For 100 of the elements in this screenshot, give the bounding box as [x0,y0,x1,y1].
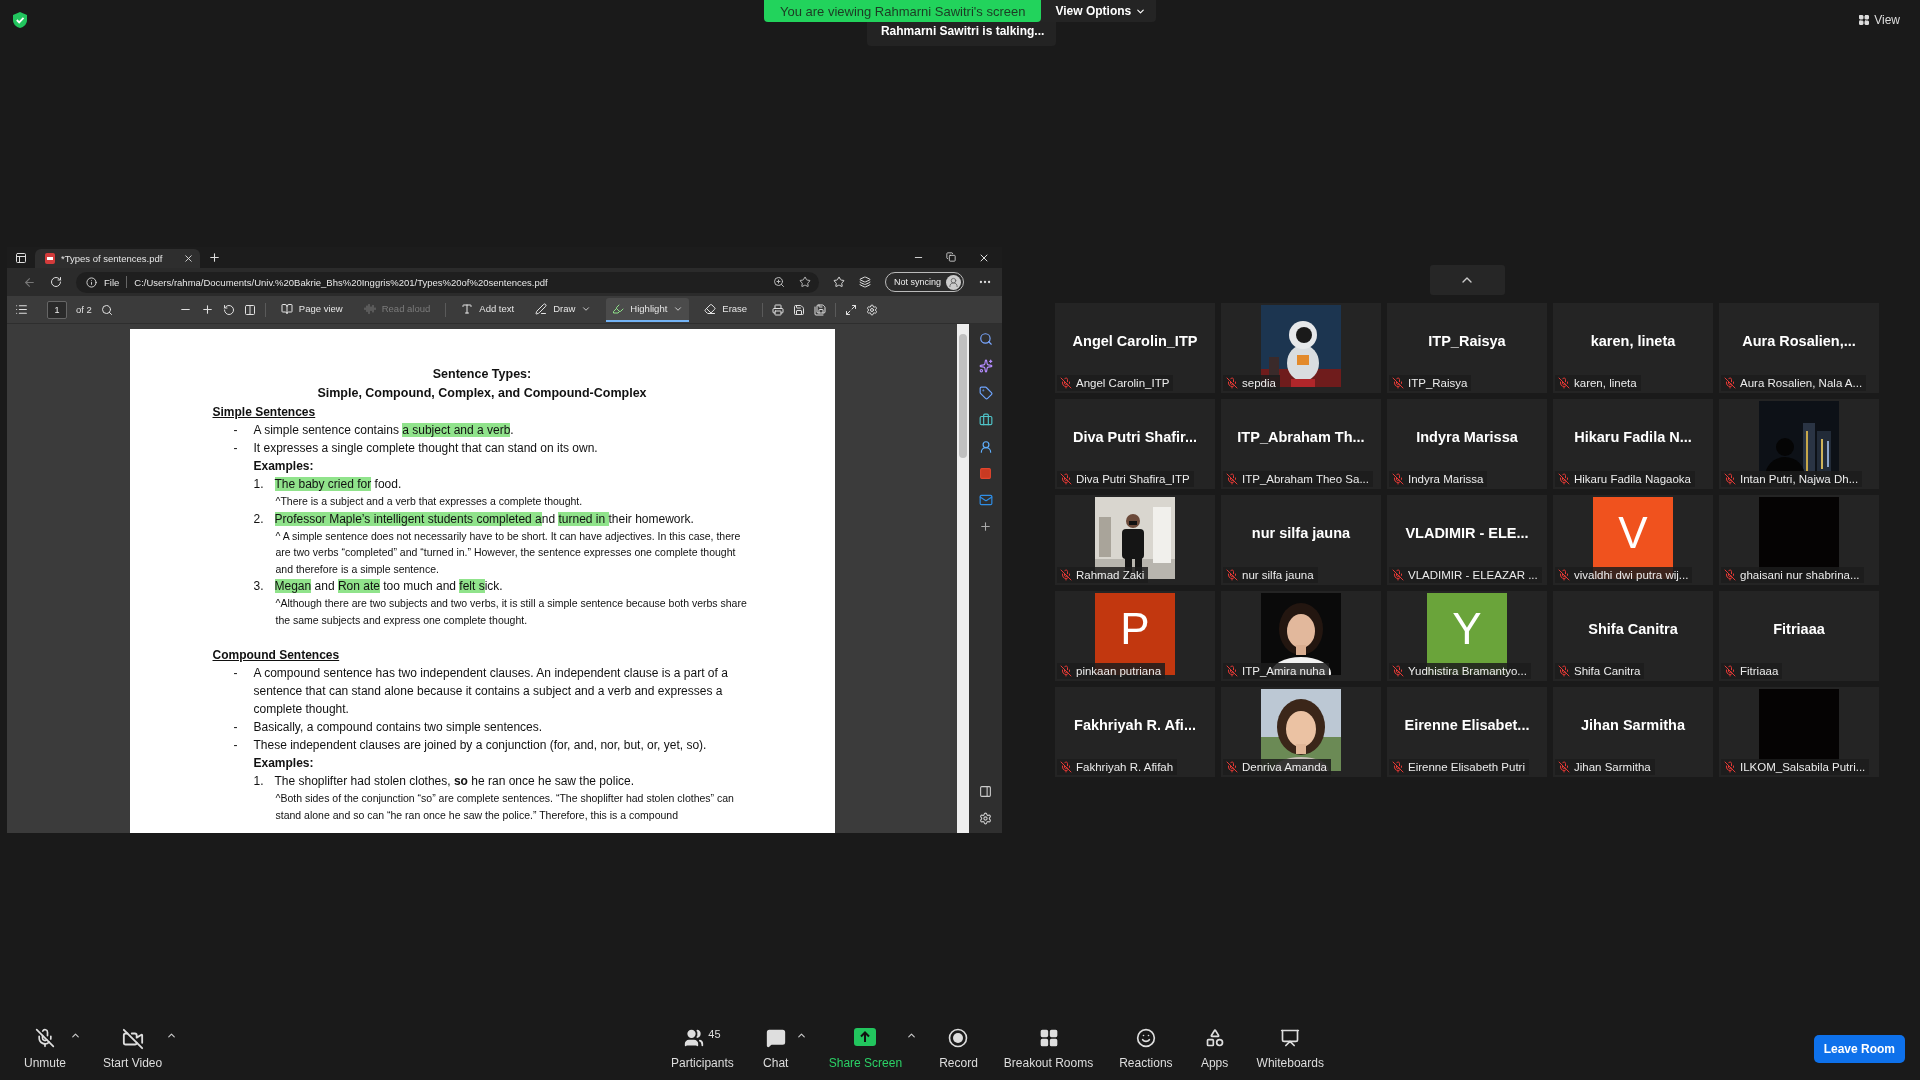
toolbox-icon[interactable] [978,413,993,427]
participants-control[interactable]: 45 Participants [667,1028,738,1070]
participant-tile[interactable]: karen, lineta karen, lineta [1553,303,1713,393]
mic-control[interactable]: Unmute [20,1028,71,1070]
participant-tile[interactable]: Fitriaaa Fitriaaa [1719,591,1879,681]
settings-icon[interactable] [866,303,879,316]
chat-bubble-icon [765,1028,786,1048]
close-tab-icon[interactable] [183,253,194,264]
zoom-icon[interactable] [772,276,785,288]
participant-tile[interactable]: Intan Putri, Najwa Dh... [1719,399,1879,489]
reload-icon[interactable] [50,276,62,288]
participant-tile[interactable]: ITP_Abraham Th... ITP_Abraham Theo Sa... [1221,399,1381,489]
pen-icon [535,302,548,315]
add-icon[interactable] [979,520,992,533]
record-icon [948,1028,969,1048]
participant-name: Eirenne Elisabet... [1404,716,1530,733]
participant-tile[interactable]: Indyra Marissa Indyra Marissa [1387,399,1547,489]
video-control[interactable]: Start Video [99,1028,167,1070]
participant-tile[interactable]: P pinkaan putriana [1055,591,1215,681]
add-text-button[interactable]: Add text [455,297,521,322]
participant-tile[interactable]: ITP_Amira nuha [1221,591,1381,681]
reactions-control[interactable]: Reactions [1115,1028,1177,1070]
save-icon[interactable] [793,303,806,316]
apps-control[interactable]: Apps [1194,1028,1235,1070]
list-number: 3. [253,578,265,595]
highlight-button[interactable]: Highlight [606,297,690,322]
name-tag: Fitriaaa [1721,663,1783,679]
scrollbar-thumb[interactable] [959,334,967,458]
participant-tile[interactable]: Y Yudhistira Bramantyo... [1387,591,1547,681]
participant-tile[interactable]: Denriva Amanda [1221,687,1381,777]
whiteboard-icon [1280,1028,1301,1048]
fit-page-icon[interactable] [243,303,256,316]
name-tag: pinkaan putriana [1057,663,1166,679]
star-icon[interactable] [798,276,811,288]
share-control[interactable]: Share Screen [824,1028,907,1070]
participant-tile[interactable]: V vivaldhi dwi putra wij... [1553,495,1713,585]
participant-tile[interactable]: Hikaru Fadila N... Hikaru Fadila Nagaoka [1553,399,1713,489]
bullet-dash: - [233,440,239,457]
whiteboards-control[interactable]: Whiteboards [1252,1028,1328,1070]
restore-icon[interactable] [946,251,956,262]
participant-tile[interactable]: Shifa Canitra Shifa Canitra [1553,591,1713,681]
page-number-field[interactable]: 1 [47,300,67,319]
participant-tile[interactable]: Angel Carolin_ITP Angel Carolin_ITP [1055,303,1215,393]
chat-control[interactable]: Chat [755,1028,796,1070]
list-number: 2. [253,510,265,528]
example-note: ^Although there are two subjects and two verbs, it is still a simple sentence because both verbs share the same subjects and express one complete thought. [275,596,748,628]
participant-tile[interactable]: Eirenne Elisabet... Eirenne Elisabeth Putri [1387,687,1547,777]
participant-name: Fitriaaa [1773,620,1825,637]
scrollbar[interactable] [957,324,969,833]
name-tag: Rahmad Zaki [1057,567,1149,583]
office-icon[interactable] [979,467,992,480]
participant-tile[interactable]: Aura Rosalien,... Aura Rosalien, Nala A... [1719,303,1879,393]
participant-name: karen, lineta [1590,332,1676,349]
search-icon[interactable] [978,332,993,346]
rotate-icon[interactable] [222,303,235,316]
participant-tile[interactable]: nur silfa jauna nur silfa jauna [1221,495,1381,585]
leave-room-button[interactable]: Leave Room [1813,1035,1905,1063]
book-icon [280,302,293,315]
record-control[interactable]: Record [935,1028,982,1070]
participant-tile[interactable]: VLADIMIR - ELE... VLADIMIR - ELEAZAR ... [1387,495,1547,585]
participant-tile[interactable]: ghaisani nur shabrina... [1719,495,1879,585]
participant-name: Shifa Canitra [1588,620,1678,637]
erase-button[interactable]: Erase [698,297,754,322]
participant-tile[interactable]: ILKOM_Salsabila Putri... [1719,687,1879,777]
name-tag: Yudhistira Bramantyo... [1389,663,1531,679]
participant-tile[interactable]: Rahmad Zaki [1055,495,1215,585]
panel-icon[interactable] [979,785,992,798]
draw-button[interactable]: Draw [529,297,598,322]
back-arrow-icon[interactable] [23,275,36,289]
tab-actions-icon[interactable] [15,251,27,264]
participant-tile[interactable]: Fakhriyah R. Afi... Fakhriyah R. Afifah [1055,687,1215,777]
participant-tile[interactable]: Diva Putri Shafir... Diva Putri Shafira_ITP [1055,399,1215,489]
browser-tab[interactable]: *Types of sentences.pdf [35,249,200,268]
section-heading: Compound Sentences [212,647,341,664]
save-as-icon[interactable] [814,303,827,316]
sparkle-icon[interactable] [978,359,993,373]
zoom-in-icon[interactable] [200,303,214,316]
page-view-button[interactable]: Page view [274,297,349,322]
grid-icon [1038,1028,1059,1048]
collections-icon[interactable] [858,276,871,288]
expand-icon[interactable] [845,303,858,316]
participant-tile[interactable]: sepdia [1221,303,1381,393]
favorites-icon[interactable] [832,276,845,288]
address-field[interactable]: File C:/Users/rahma/Documents/Univ.%20Bakrie_Bhs%20Inggris%201/Types%20of%20sentences.pdf [76,271,819,293]
breakout-control[interactable]: Breakout Rooms [999,1028,1098,1070]
contents-icon[interactable] [15,303,28,316]
settings-icon[interactable] [979,812,992,825]
name-tag: Shifa Canitra [1555,663,1645,679]
new-tab-icon[interactable] [208,251,221,264]
view-button[interactable]: View [1852,12,1906,28]
participant-tile[interactable]: Jihan Sarmitha Jihan Sarmitha [1553,687,1713,777]
grid-icon [1858,14,1871,26]
tag-icon[interactable] [978,386,993,400]
mail-icon[interactable] [978,493,993,507]
view-options-button[interactable]: View Options [1041,0,1157,22]
shield-check-icon [12,11,28,29]
person-icon[interactable] [978,440,993,454]
search-icon[interactable] [100,303,113,316]
print-icon[interactable] [772,303,785,316]
participant-tile[interactable]: ITP_Raisya ITP_Raisya [1387,303,1547,393]
